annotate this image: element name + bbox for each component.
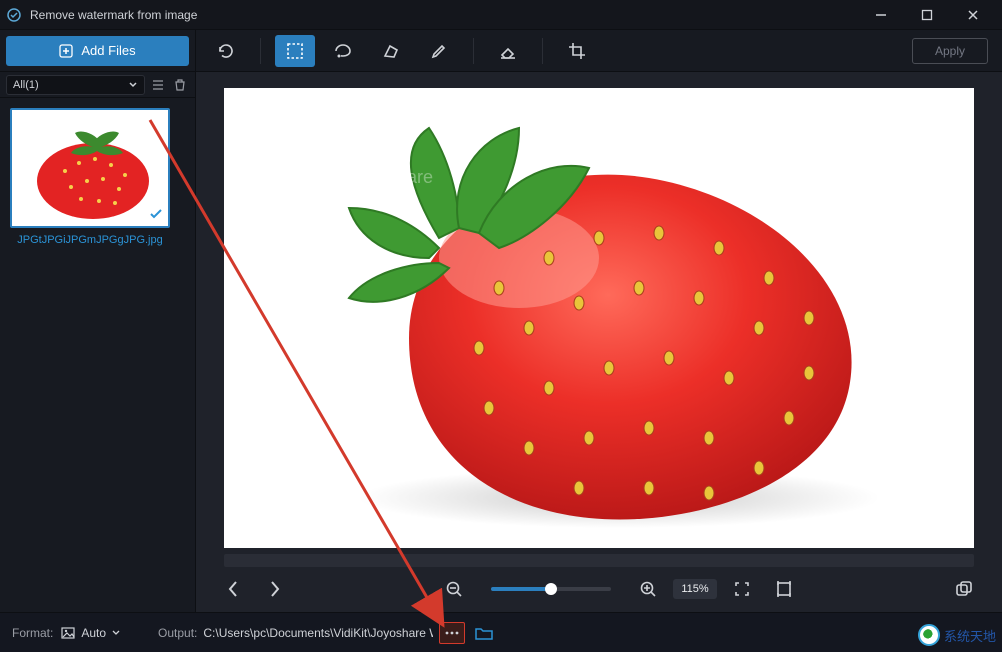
output-group: Output: C:\Users\pc\Documents\VidiKit\Jo… [158, 622, 497, 644]
zoom-slider[interactable] [491, 587, 611, 591]
annotation-badge: 系统天地 [918, 624, 996, 646]
zoom-out-button[interactable] [437, 572, 471, 606]
app-icon [6, 7, 22, 23]
zoom-out-icon [445, 580, 463, 598]
apply-label: Apply [935, 44, 965, 58]
lasso-tool-button[interactable] [323, 35, 363, 67]
list-view-button[interactable] [149, 76, 167, 94]
canvas-area: wondershare 115% [196, 72, 1002, 612]
toolbar-separator [542, 38, 543, 64]
format-value: Auto [81, 626, 106, 640]
brush-tool-button[interactable] [419, 35, 459, 67]
image-watermark-text: wondershare [328, 167, 433, 187]
list-icon [151, 78, 165, 92]
brush-icon [430, 42, 448, 60]
canvas[interactable]: wondershare [224, 88, 974, 548]
canvas-image: wondershare [249, 88, 949, 548]
thumbnail-item[interactable]: JPGtJPGiJPGmJPGgJPG.jpg [10, 108, 170, 246]
next-image-button[interactable] [258, 572, 292, 606]
polygon-icon [382, 42, 400, 60]
sidebar: All(1) [0, 72, 196, 612]
format-label: Format: [12, 626, 53, 640]
window-controls [858, 0, 996, 30]
compare-icon [954, 579, 974, 599]
chevron-left-icon [226, 580, 240, 598]
actual-size-icon [775, 580, 793, 598]
marquee-tool-button[interactable] [275, 35, 315, 67]
thumbnail-image [10, 108, 170, 228]
polygon-tool-button[interactable] [371, 35, 411, 67]
eraser-tool-button[interactable] [488, 35, 528, 67]
browse-output-button[interactable] [439, 622, 465, 644]
toolbar-separator [473, 38, 474, 64]
actual-size-button[interactable] [767, 572, 801, 606]
crop-icon [568, 42, 586, 60]
open-output-folder-button[interactable] [471, 622, 497, 644]
main-area: All(1) [0, 72, 1002, 612]
ellipsis-icon [444, 629, 460, 637]
top-area: Add Files Apply [0, 30, 1002, 72]
crop-tool-button[interactable] [557, 35, 597, 67]
chevron-down-icon [112, 629, 120, 637]
add-files-button[interactable]: Add Files [6, 36, 189, 66]
delete-button[interactable] [171, 76, 189, 94]
undo-button[interactable] [206, 35, 246, 67]
eraser-icon [498, 42, 518, 60]
prev-image-button[interactable] [216, 572, 250, 606]
output-label: Output: [158, 626, 197, 640]
format-select[interactable]: Auto [61, 626, 120, 640]
zoom-level-badge: 115% [673, 579, 716, 599]
fit-screen-icon [733, 580, 751, 598]
compare-button[interactable] [946, 572, 982, 606]
chevron-down-icon [128, 80, 138, 90]
image-icon [61, 627, 75, 639]
annotation-badge-text: 系统天地 [944, 626, 996, 645]
toolbar-separator [260, 38, 261, 64]
marquee-icon [286, 42, 304, 60]
output-path: C:\Users\pc\Documents\VidiKit\Joyoshare … [203, 626, 433, 640]
filter-bar: All(1) [0, 72, 195, 98]
chevron-right-icon [268, 580, 282, 598]
footer: Format: Auto Output: C:\Users\pc\Documen… [0, 612, 1002, 652]
toolbar: Apply [196, 30, 1002, 71]
zoom-in-button[interactable] [631, 572, 665, 606]
minimize-button[interactable] [858, 0, 904, 30]
horizontal-scrollbar[interactable] [224, 554, 974, 567]
maximize-button[interactable] [904, 0, 950, 30]
viewer-bar: 115% [196, 567, 1002, 612]
thumbnail-filename: JPGtJPGiJPGmJPGgJPG.jpg [10, 234, 170, 246]
window-title: Remove watermark from image [30, 8, 858, 22]
add-files-label: Add Files [81, 43, 135, 58]
check-icon [148, 206, 164, 222]
trash-icon [173, 78, 187, 92]
globe-icon [918, 624, 940, 646]
lasso-icon [333, 42, 353, 60]
title-bar: Remove watermark from image [0, 0, 1002, 30]
undo-icon [216, 42, 236, 60]
filter-label: All(1) [13, 79, 39, 91]
apply-button[interactable]: Apply [912, 38, 988, 64]
folder-icon [475, 626, 493, 640]
filter-select[interactable]: All(1) [6, 75, 145, 95]
thumbnails-panel: JPGtJPGiJPGmJPGgJPG.jpg [0, 98, 195, 612]
zoom-in-icon [639, 580, 657, 598]
plus-box-icon [59, 44, 73, 58]
close-button[interactable] [950, 0, 996, 30]
fit-screen-button[interactable] [725, 572, 759, 606]
add-files-wrap: Add Files [0, 30, 196, 71]
